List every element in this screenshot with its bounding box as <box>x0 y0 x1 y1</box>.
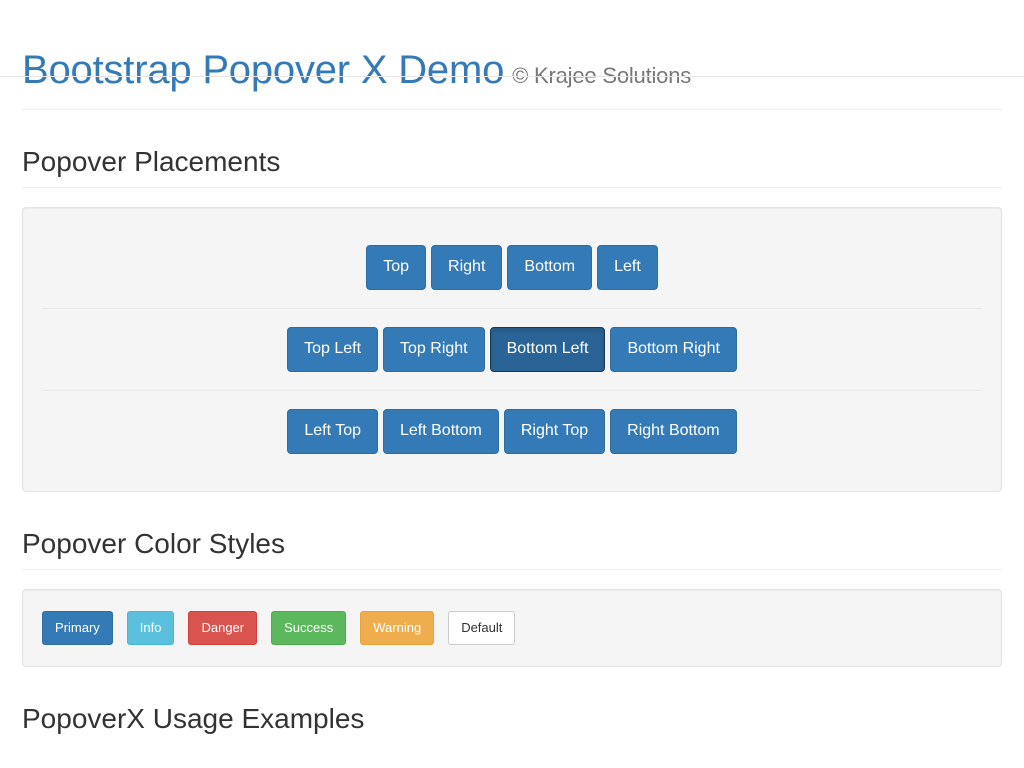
popover-button-left-bottom[interactable]: Left Bottom <box>383 408 499 454</box>
section-title-placements: Popover Placements <box>22 146 1002 189</box>
popover-button-bottom-left[interactable]: Bottom Left <box>489 327 606 372</box>
popover-button-right-top[interactable]: Right Top <box>503 408 606 454</box>
popover-button-right-bottom[interactable]: Right Bottom <box>610 408 737 454</box>
page-header: Bootstrap Popover X Demo © Krajee Solutio… <box>22 48 1002 110</box>
placements-panel: Top Right Bottom Left Top Left Top Right… <box>22 207 1002 492</box>
color-button-info[interactable]: Info <box>126 610 175 646</box>
colors-panel: Primary Info Danger Success Warning Defa… <box>22 588 1002 668</box>
popover-button-top-right[interactable]: Top Right <box>383 327 485 372</box>
page-title-text: Bootstrap Popover X Demo <box>22 48 505 92</box>
color-button-row: Primary Info Danger Success Warning Defa… <box>42 609 982 648</box>
section-title-usage: PopoverX Usage Examples <box>22 703 365 735</box>
page-container: Bootstrap Popover X Demo © Krajee Solutio… <box>11 48 1013 745</box>
popover-button-bottom[interactable]: Bottom <box>507 245 593 291</box>
popover-button-right[interactable]: Right <box>431 245 503 291</box>
popover-button-left-top[interactable]: Left Top <box>287 408 378 454</box>
page-title: Bootstrap Popover X Demo © Krajee Solutio… <box>22 48 1002 92</box>
popover-button-top-left[interactable]: Top Left <box>287 327 379 372</box>
section-title-colors: Popover Color Styles <box>22 528 1002 570</box>
color-button-primary[interactable]: Primary <box>42 610 113 646</box>
placement-row-corner: Top Left Top Right Bottom Left Bottom Ri… <box>42 308 982 390</box>
demo-page: Bootstrap Popover X Demo © Krajee Solutio… <box>0 48 1024 768</box>
popover-button-top[interactable]: Top <box>366 245 427 291</box>
placement-row-basic: Top Right Bottom Left <box>42 227 982 308</box>
color-button-success[interactable]: Success <box>271 610 347 646</box>
placement-row-side: Left Top Left Bottom Right Top Right Bot… <box>42 389 982 472</box>
color-button-default[interactable]: Default <box>448 610 516 646</box>
top-divider <box>0 76 1024 77</box>
color-button-warning[interactable]: Warning <box>360 610 435 646</box>
color-button-danger[interactable]: Danger <box>188 610 258 646</box>
popover-button-left[interactable]: Left <box>597 245 658 291</box>
popover-button-bottom-right[interactable]: Bottom Right <box>610 327 737 372</box>
